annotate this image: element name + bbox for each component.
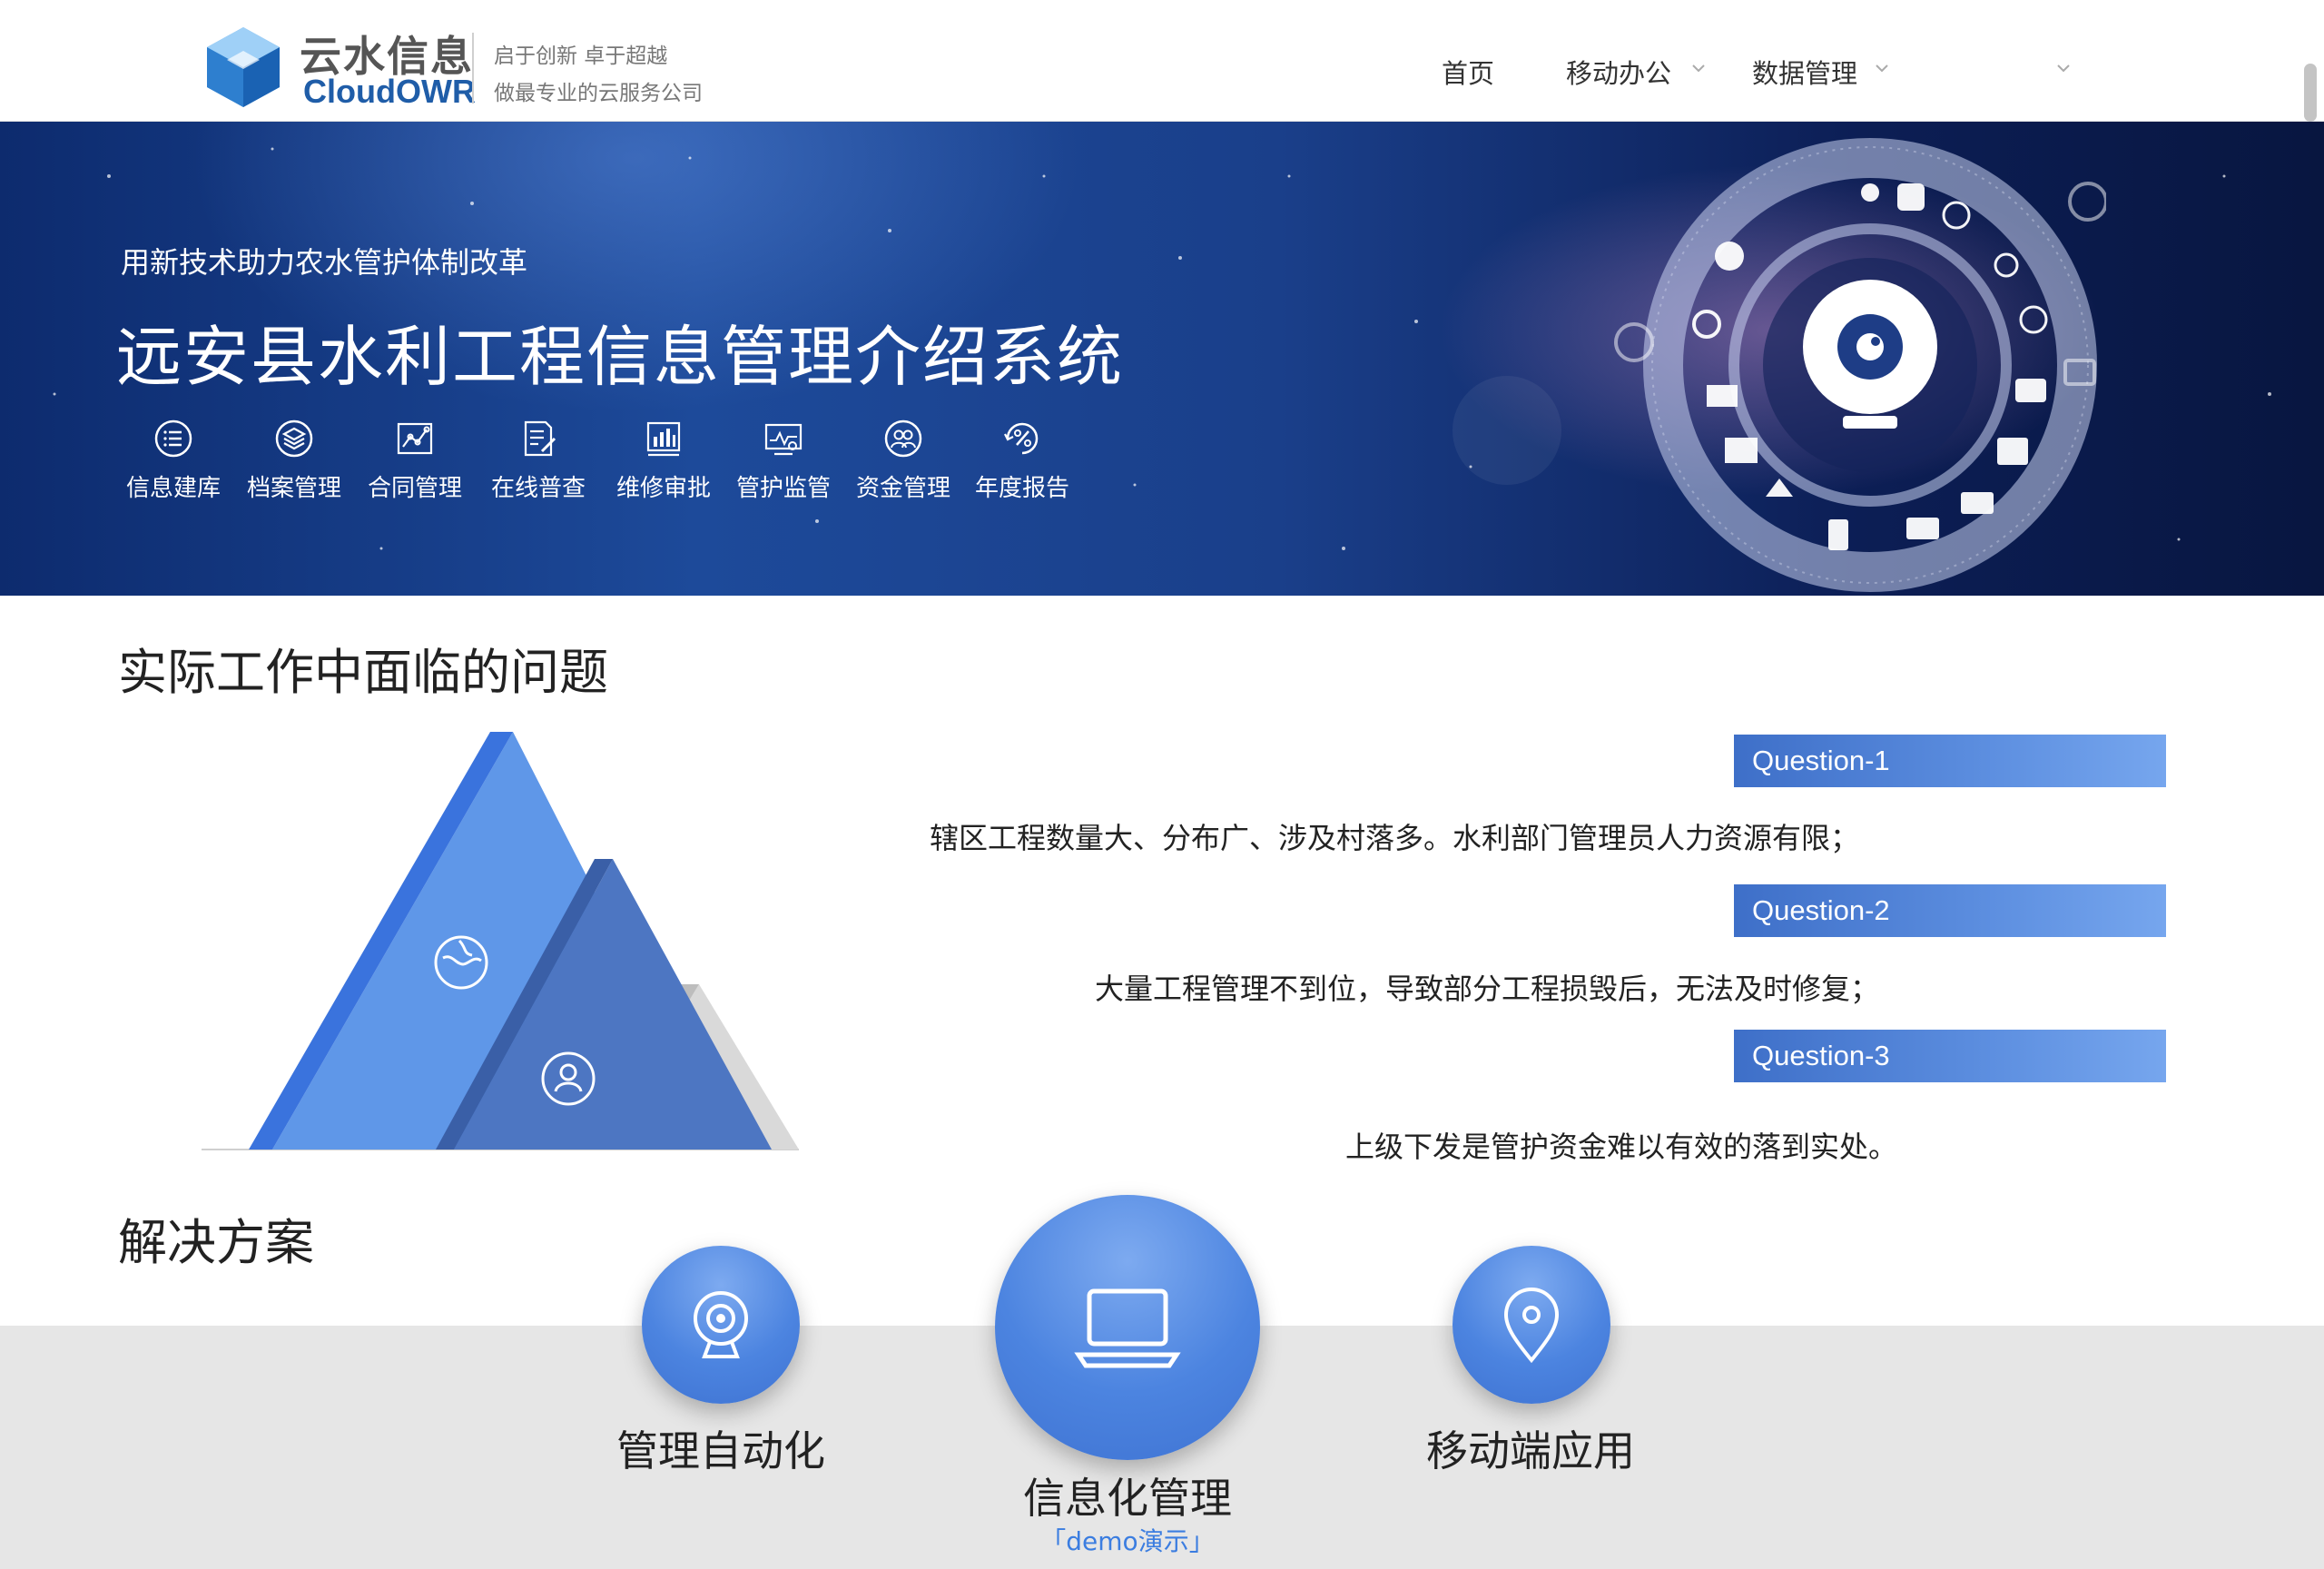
chart-nodes-icon <box>397 422 433 455</box>
chevron-down-icon[interactable] <box>2055 60 2072 76</box>
edit-document-icon <box>524 420 556 457</box>
feature-repair-approval[interactable]: 维修审批 <box>609 417 718 503</box>
feature-label: 资金管理 <box>855 475 950 502</box>
solution-informatization-label[interactable]: 信息化管理 <box>1009 1465 1246 1525</box>
feature-supervision[interactable]: 管护监管 <box>729 417 838 503</box>
brand-divider <box>472 33 474 104</box>
feature-annual-report[interactable]: 年度报告 <box>968 417 1077 503</box>
cloudowr-logo-icon[interactable] <box>200 24 287 111</box>
problems-section-title: 实际工作中面临的问题 <box>118 644 608 701</box>
location-pin-icon <box>1503 1288 1560 1364</box>
users-icon <box>884 419 922 458</box>
feature-label: 信息建库 <box>125 475 221 502</box>
percent-refresh-icon <box>1004 422 1039 455</box>
solution-mobile-label[interactable]: 移动端应用 <box>1413 1418 1649 1478</box>
solution-automation-label[interactable]: 管理自动化 <box>603 1418 839 1478</box>
feature-archive-management[interactable]: 档案管理 <box>240 417 349 503</box>
question-badge-2: Question-2 <box>1734 884 2166 937</box>
feature-label: 管护监管 <box>735 475 831 502</box>
question-text-3: 上级下发是管护资金难以有效的落到实处。 <box>1345 1130 1898 1164</box>
site-header: 云水信息 CloudOWR 启于创新 卓于超越 做最专业的云服务公司 首页 移动… <box>0 0 2324 122</box>
bar-chart-icon <box>646 421 681 457</box>
feature-label: 维修审批 <box>615 475 711 502</box>
feature-online-survey[interactable]: 在线普查 <box>484 417 593 503</box>
tech-wheel-illustration <box>1614 138 2106 592</box>
feature-label: 在线普查 <box>490 475 586 502</box>
list-icon <box>154 419 192 458</box>
pyramid-illustration <box>202 732 799 1150</box>
slogan-line-2: 做最专业的云服务公司 <box>494 82 703 105</box>
chevron-down-icon[interactable] <box>1874 60 1890 76</box>
question-text-1: 辖区工程数量大、分布广、涉及村落多。水利部门管理员人力资源有限； <box>930 821 1860 855</box>
feature-label: 合同管理 <box>367 475 462 502</box>
monitor-eye-icon <box>764 423 803 456</box>
solutions-section-title: 解决方案 <box>118 1214 314 1271</box>
hero-banner: 用新技术助力农水管护体制改革 远安县水利工程信息管理介绍系统 信息建库 档案管理… <box>0 122 2324 596</box>
banner-title: 远安县水利工程信息管理介绍系统 <box>116 319 1125 395</box>
slogan-line-1: 启于创新 卓于超越 <box>494 44 668 68</box>
chevron-down-icon[interactable] <box>1690 60 1707 76</box>
layers-icon <box>275 419 313 458</box>
solution-mobile-button[interactable] <box>1452 1246 1610 1404</box>
question-badge-3: Question-3 <box>1734 1030 2166 1082</box>
feature-contract-management[interactable]: 合同管理 <box>360 417 469 503</box>
solution-automation-button[interactable] <box>642 1246 800 1404</box>
feature-label: 档案管理 <box>246 475 341 502</box>
question-badge-1: Question-1 <box>1734 735 2166 787</box>
nav-item-mobile-office[interactable]: 移动办公 <box>1566 53 1671 91</box>
nav-item-data-management[interactable]: 数据管理 <box>1752 53 1857 91</box>
question-text-2: 大量工程管理不到位，导致部分工程损毁后，无法及时修复； <box>1095 972 1880 1006</box>
scrollbar-thumb[interactable] <box>2304 64 2317 122</box>
demo-link[interactable]: 「demo演示」 <box>1009 1522 1246 1558</box>
banner-subtitle: 用新技术助力农水管护体制改革 <box>121 245 528 280</box>
webcam-icon <box>694 1291 748 1358</box>
brand-name-en[interactable]: CloudOWR <box>303 73 476 111</box>
feature-info-database[interactable]: 信息建库 <box>119 417 228 503</box>
nav-item-home[interactable]: 首页 <box>1442 53 1494 91</box>
solution-informatization-button[interactable] <box>995 1195 1260 1460</box>
laptop-icon <box>1074 1288 1181 1368</box>
feature-label: 年度报告 <box>974 475 1069 502</box>
feature-fund-management[interactable]: 资金管理 <box>849 417 958 503</box>
